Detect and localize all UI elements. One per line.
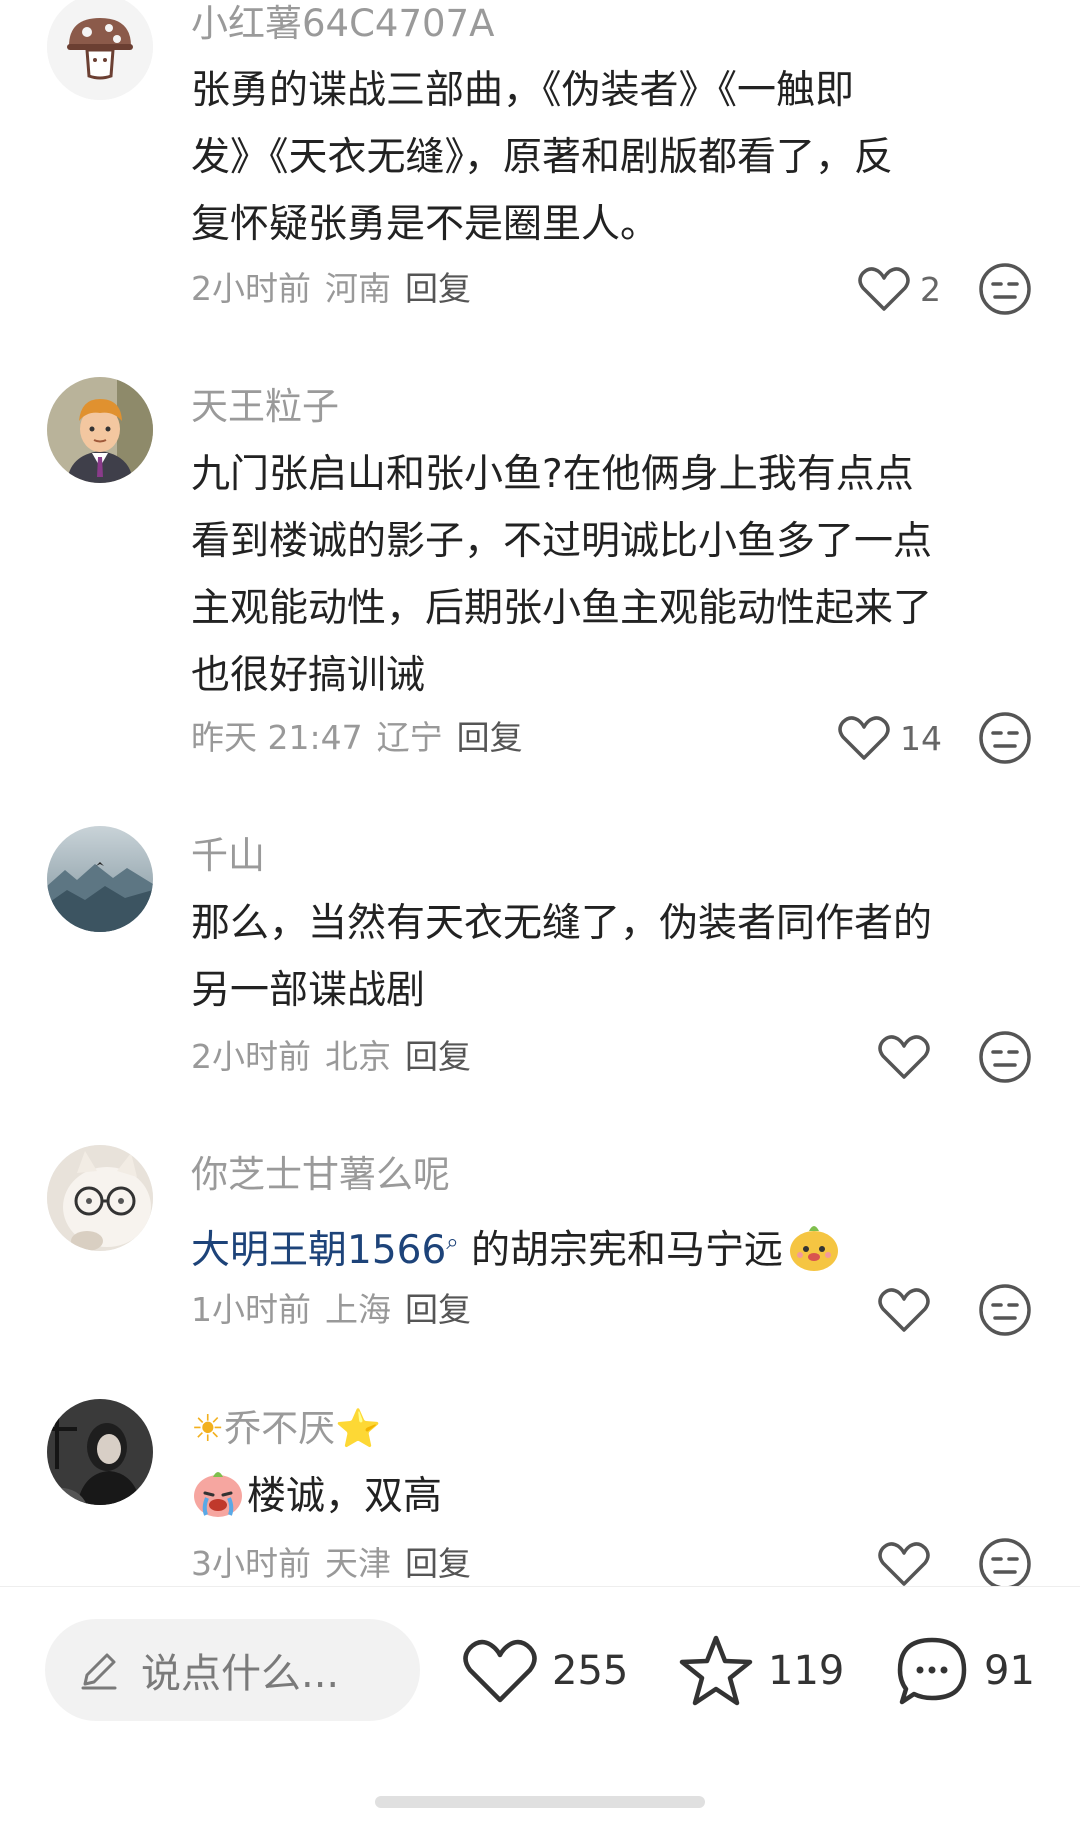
comment-username[interactable]: 你芝士甘薯么呢 [191,1153,450,1197]
bottom-action-bar: 说点什么... 255 119 91 [0,1586,1080,1834]
comment-text-line: 看到楼诚的影子，不过明诚比小鱼多了一点 [191,519,933,564]
like-count: 2 [920,269,941,309]
comment-username[interactable]: ☀乔不厌⭐ [191,1407,381,1451]
comment-meta: 2小时前 北京 回复 [191,1037,471,1077]
comment-text-main: 楼诚，双高 [247,1474,443,1519]
like-count: 14 [900,718,942,758]
comment-time: 2小时前 [191,1037,311,1076]
post-comment-button[interactable]: 91 [894,1633,1035,1709]
comment-time: 3小时前 [191,1544,311,1583]
home-indicator[interactable] [375,1796,705,1808]
comment-time: 1小时前 [191,1290,311,1329]
reply-button[interactable]: 回复 [405,1037,471,1076]
post-favorite-button[interactable]: 119 [678,1633,844,1709]
comment-text-line: 发》《天衣无缝》，原著和剧版都看了，反 [191,135,894,180]
reply-button[interactable]: 回复 [457,718,523,757]
comment-text-line: 另一部谍战剧 [191,968,426,1013]
comment-text: 大明王朝1566⌕ 的胡宗宪和马宁远 [191,1209,991,1284]
heart-icon [463,1639,537,1703]
heart-icon [838,716,890,760]
comment-location: 河南 [325,269,391,308]
misty-mountain-avatar-icon[interactable] [47,826,153,932]
comment-text-line: 主观能动性，后期张小鱼主观能动性起来了 [191,586,933,631]
dislike-face-icon[interactable] [978,1537,1032,1591]
comment-text-line: 大明王朝1566⌕ 的胡宗宪和马宁远 [191,1209,991,1284]
star-icon [679,1635,753,1706]
search-link[interactable]: 大明王朝1566 [191,1228,446,1273]
comment-username[interactable]: 小红薯64C4707A [191,2,494,46]
comment-meta: 2小时前 河南 回复 [191,269,471,309]
comment-username[interactable]: 天王粒子 [191,385,339,429]
comment-meta: 1小时前 上海 回复 [191,1290,471,1330]
dislike-face-icon[interactable] [978,262,1032,316]
reply-button[interactable]: 回复 [405,269,471,308]
comment-meta: 昨天 21:47 辽宁 回复 [191,718,523,758]
comment-time: 昨天 21:47 [191,718,363,757]
heart-icon [878,1542,930,1586]
comment-text: 张勇的谍战三部曲，《伪装者》《一触即 发》《天衣无缝》，原著和剧版都看了，反 复… [191,57,991,258]
comment-location: 天津 [325,1544,391,1583]
dislike-face-icon[interactable] [978,1030,1032,1084]
like-button[interactable] [878,1027,930,1087]
comment-location: 辽宁 [376,718,443,757]
comment-time: 2小时前 [191,269,311,308]
heart-icon [878,1288,930,1332]
pencil-icon [81,1653,117,1690]
mushroom-avatar-icon[interactable] [47,0,153,100]
post-like-button[interactable]: 255 [462,1633,628,1709]
post-like-count: 255 [552,1648,629,1694]
comment-text: 九门张启山和张小鱼?在他俩身上我有点点 看到楼诚的影子，不过明诚比小鱼多了一点 … [191,441,991,709]
sun-icon: ☀ [191,1407,225,1450]
reply-button[interactable]: 回复 [405,1544,471,1583]
comment-text: 楼诚，双高 [191,1463,991,1530]
crying-emoji-icon [194,1472,242,1517]
comment-text-line: 楼诚，双高 [191,1463,991,1530]
reply-button[interactable]: 回复 [405,1290,471,1329]
comment-text-line: 复怀疑张勇是不是圈里人。 [191,202,660,247]
comment-text-line: 那么，当然有天衣无缝了，伪装者同作者的 [191,901,933,946]
comment-location: 上海 [325,1290,391,1329]
comment-text-line: 九门张启山和张小鱼?在他俩身上我有点点 [191,452,914,497]
smiling-emoji-icon [790,1226,838,1271]
comment-text-line: 张勇的谍战三部曲，《伪装者》《一触即 [191,68,855,113]
comment-location: 北京 [325,1037,391,1076]
dark-portrait-avatar-icon[interactable] [47,1399,153,1505]
comment-username-text[interactable]: 乔不厌 [224,1407,335,1450]
search-icon[interactable]: ⌕ [446,1230,458,1255]
comment-text-rest: 的胡宗宪和马宁远 [458,1228,783,1273]
comment-text-line: 也很好搞训诫 [191,653,426,698]
comment-input-placeholder: 说点什么... [141,1651,340,1697]
cartoon-man-avatar-icon[interactable] [47,377,153,483]
post-favorite-count: 119 [768,1648,845,1694]
like-button[interactable] [878,1534,930,1594]
heart-icon [858,267,910,311]
star-emoji-icon: ⭐ [335,1407,382,1450]
chat-bubble-icon [897,1637,967,1705]
dislike-face-icon[interactable] [978,711,1032,765]
heart-icon [878,1035,930,1079]
like-button[interactable] [878,1280,930,1340]
cat-with-glasses-avatar-icon[interactable] [47,1145,153,1251]
comment-input[interactable]: 说点什么... [45,1619,420,1721]
dislike-face-icon[interactable] [978,1283,1032,1337]
comment-username[interactable]: 千山 [191,834,265,878]
post-comment-count: 91 [984,1648,1035,1694]
like-button[interactable]: 2 [858,259,941,319]
comment-meta: 3小时前 天津 回复 [191,1544,471,1584]
like-button[interactable]: 14 [838,708,942,768]
comment-text: 那么，当然有天衣无缝了，伪装者同作者的 另一部谍战剧 [191,890,991,1024]
